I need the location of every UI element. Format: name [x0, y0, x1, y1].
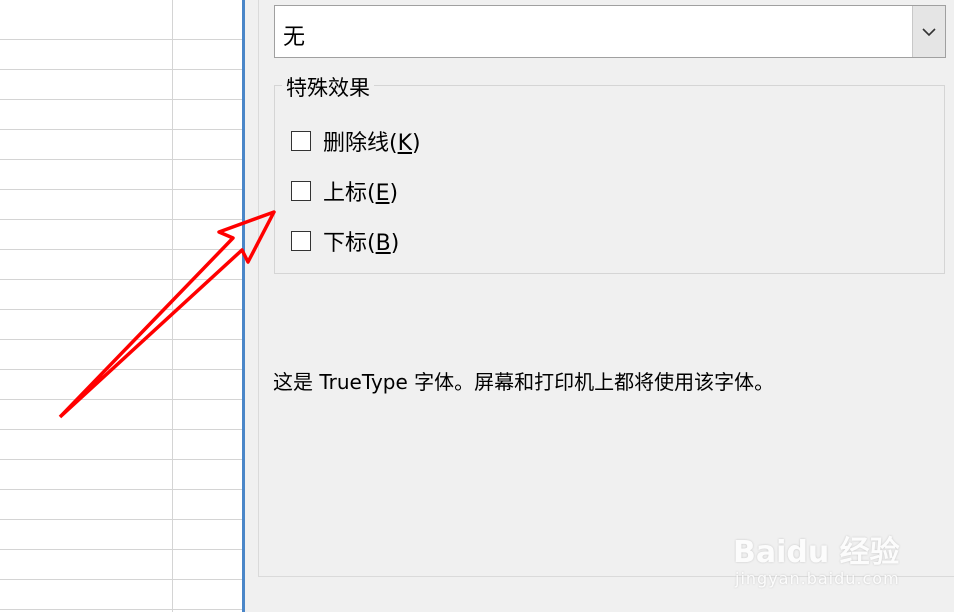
baidu-watermark: Baidu 经验 jingyan.baidu.com [733, 505, 923, 595]
watermark-logo: Baidu 经验 [733, 535, 900, 570]
watermark-url: jingyan.baidu.com [735, 569, 900, 588]
